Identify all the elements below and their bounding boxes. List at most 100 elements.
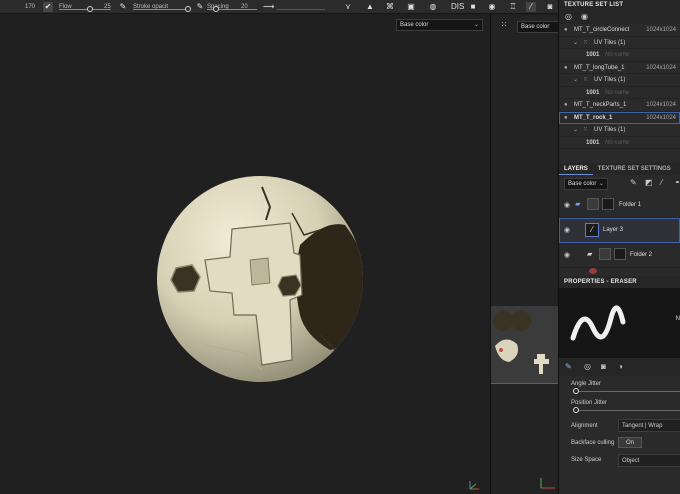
angle-jitter-slider[interactable]: [573, 387, 680, 395]
record-icon[interactable]: ◉: [487, 2, 497, 12]
eye-icon[interactable]: ●: [564, 24, 568, 37]
mask-thumbnail: [614, 248, 626, 260]
alignment-row: Alignment Tangent | Wrap: [559, 419, 680, 434]
brush-preview-label: N: [675, 316, 680, 322]
layer-row-layer-3-selected[interactable]: ◉ ⁄ Layer 3: [559, 218, 680, 243]
bake-icon[interactable]: ♖: [508, 2, 518, 12]
viewport-2d-channel-value: Base color: [521, 24, 550, 30]
grid-icon: ⁙: [583, 39, 589, 46]
udim-row[interactable]: 1001 No name: [559, 49, 680, 62]
viewport-2d[interactable]: ⁙ Base color: [490, 15, 558, 494]
stencil-tab-icon[interactable]: ◙: [601, 362, 606, 371]
stroke-opacity-slider-knob[interactable]: [185, 6, 191, 12]
disabled-slider-track: [277, 9, 325, 10]
eye-icon[interactable]: ◉: [564, 251, 570, 259]
udim-name: No name: [605, 89, 630, 96]
tab-texture-set-settings[interactable]: TEXTURE SET SETTINGS: [593, 163, 676, 175]
camera-icon[interactable]: ▣: [406, 2, 416, 12]
symmetry-icon[interactable]: ⋎: [343, 2, 353, 12]
texture-set-list-title: TEXTURE SET LIST: [559, 0, 680, 10]
spacing-value: 20: [241, 4, 248, 10]
size-space-dropdown[interactable]: Object: [618, 454, 680, 467]
uv-tiles-label: UV Tiles (1): [594, 39, 626, 46]
uv-grid-icon[interactable]: ⁙: [499, 20, 509, 30]
brush-check-icon[interactable]: ✔: [43, 2, 53, 12]
uv-tiles-row[interactable]: ⌄ ⁙ UV Tiles (1): [559, 37, 680, 50]
texture-set-list-section: TEXTURE SET LIST ◎ ◉ ● MT_T_circleConnec…: [559, 0, 680, 163]
uv-tiles-row[interactable]: ⌄ ⁙ UV Tiles (1): [559, 74, 680, 87]
position-jitter-slider[interactable]: [573, 406, 680, 414]
udim-row[interactable]: 1001 No name: [559, 137, 680, 149]
udim-name: No name: [605, 52, 630, 58]
chevron-down-icon: ⌄: [598, 181, 604, 187]
texture-set-row[interactable]: ● MT_T_neckParts_1 1024x1024: [559, 99, 680, 112]
viewport-3d[interactable]: Base color ⌄: [0, 15, 489, 494]
eye-icon[interactable]: ◉: [564, 226, 570, 234]
tab-layers[interactable]: LAYERS: [559, 163, 593, 175]
pressure-icon[interactable]: ✎: [195, 2, 205, 12]
brush-tab-icon[interactable]: ✎: [565, 362, 572, 371]
size-space-label: Size Space: [571, 457, 602, 463]
display-mode-icon[interactable]: DIS: [451, 2, 464, 12]
viewport-2d-channel-dropdown[interactable]: Base color: [517, 21, 558, 33]
layers-toolbar: Base color ⌄ ✎ ◩ ⁄ ◓: [559, 175, 680, 193]
folder-icon: ▰: [587, 251, 593, 258]
add-paint-layer-icon[interactable]: ⁄: [661, 178, 662, 187]
flow-slider-knob[interactable]: [87, 6, 93, 12]
brush-preview: N: [559, 288, 680, 358]
material-tab-icon[interactable]: ◑: [618, 362, 623, 371]
add-effect-icon[interactable]: ◓: [675, 178, 680, 187]
sculpt-icon[interactable]: ⌘: [385, 2, 395, 12]
texture-set-resolution: 1024x1024: [646, 64, 676, 71]
texture-set-name: MT_T_circleConnect: [574, 27, 630, 33]
position-jitter-knob[interactable]: [573, 407, 579, 413]
texture-set-row[interactable]: ● MT_T_circleConnect 1024x1024: [559, 24, 680, 37]
texture-set-row[interactable]: ● MT_T_longTube_1 1024x1024: [559, 62, 680, 75]
uv-tile: [491, 306, 558, 383]
eye-icon[interactable]: ●: [564, 99, 568, 112]
angle-jitter-knob[interactable]: [573, 388, 579, 394]
alignment-label: Alignment: [571, 423, 598, 429]
screenshot-icon[interactable]: ◙: [545, 2, 555, 12]
eye-icon[interactable]: ◉: [564, 201, 570, 209]
painted-sphere[interactable]: [0, 15, 489, 494]
video-icon[interactable]: ■: [468, 2, 478, 12]
stroke-opacity-slider-track[interactable]: [133, 9, 190, 10]
paint-brush-icon[interactable]: ⁄: [526, 2, 536, 12]
chevron-down-icon[interactable]: ⌄: [573, 124, 578, 137]
chevron-down-icon[interactable]: ⌄: [573, 74, 578, 87]
folder-icon: ▰: [575, 201, 581, 208]
udim-id: 1001: [586, 52, 600, 58]
properties-tabs: ✎ ◎ ◙ ◑: [559, 358, 680, 376]
eye-icon[interactable]: ●: [564, 62, 568, 75]
uv-tiles-row[interactable]: ⌄ ⁙ UV Tiles (1): [559, 124, 680, 137]
pen-icon[interactable]: ✎: [118, 2, 128, 12]
layer-row-folder-2[interactable]: ◉ ▰ Folder 2: [559, 243, 680, 268]
eye-icon[interactable]: ◉: [581, 12, 588, 21]
layers-channel-dropdown[interactable]: Base color ⌄: [564, 178, 608, 190]
grid-icon: ⁙: [583, 127, 589, 133]
texture-set-name: MT_T_rock_1: [574, 114, 613, 121]
uv-tiles-label: UV Tiles (1): [594, 127, 626, 133]
backface-culling-toggle[interactable]: On: [618, 437, 642, 448]
layer-thumbnail: [599, 248, 611, 260]
uv-axis-gizmo: [540, 478, 555, 489]
backface-culling-label: Backface culling: [571, 440, 615, 446]
lazy-mouse-icon[interactable]: ⟿: [263, 2, 274, 12]
alpha-tab-icon[interactable]: ◎: [584, 362, 591, 371]
texture-set-row-selected[interactable]: ● MT_T_rock_1 1024x1024: [559, 111, 680, 125]
udim-row[interactable]: 1001 No name: [559, 87, 680, 99]
visibility-toggle-icon[interactable]: ◎: [565, 12, 572, 21]
eye-icon[interactable]: ●: [564, 112, 568, 125]
texture-set-list-spacer: [559, 149, 680, 163]
backface-culling-row: Backface culling On: [559, 436, 680, 451]
chevron-down-icon[interactable]: ⌄: [573, 37, 578, 50]
spacing-slider-knob[interactable]: [213, 6, 219, 12]
add-fill-layer-icon[interactable]: ✎: [630, 178, 637, 187]
layer-row-folder-1[interactable]: ◉ ▰ Folder 1: [559, 193, 680, 218]
sphere-icon[interactable]: ◍: [428, 2, 438, 12]
alignment-dropdown[interactable]: Tangent | Wrap: [618, 419, 680, 432]
triangle-icon[interactable]: ▲: [365, 2, 375, 12]
add-mask-icon[interactable]: ◩: [645, 178, 653, 187]
right-panel: TEXTURE SET LIST ◎ ◉ ● MT_T_circleConnec…: [558, 0, 680, 494]
